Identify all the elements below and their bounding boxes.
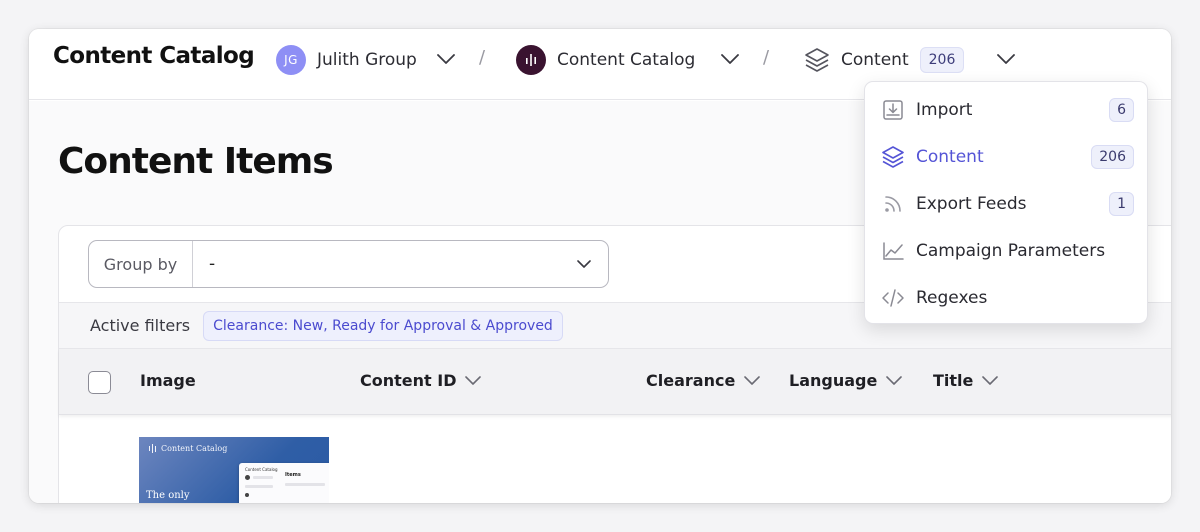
layers-icon xyxy=(881,145,905,169)
group-by-value: - xyxy=(209,254,216,274)
catalog-logo-icon xyxy=(516,45,546,75)
table-header: Image Content ID Clearance Language Titl… xyxy=(59,349,1171,415)
clearance-filter-chip[interactable]: Clearance: New, Ready for Approval & App… xyxy=(203,310,563,341)
chevron-down-icon xyxy=(560,260,608,268)
breadcrumb-separator: / xyxy=(479,47,486,68)
app-title: Content Catalog xyxy=(53,43,255,69)
column-header-content-id[interactable]: Content ID xyxy=(360,371,482,390)
menu-item-export-feeds[interactable]: Export Feeds 1 xyxy=(865,185,1149,223)
menu-item-regexes[interactable]: Regexes xyxy=(865,279,1149,317)
thumbnail-brand: Content Catalog xyxy=(149,444,227,453)
content-dropdown-menu: Import 6 Content 206 Export Feeds 1 Camp… xyxy=(864,81,1148,324)
code-icon xyxy=(881,286,905,310)
thumbnail-mini-header: Content Catalog xyxy=(245,467,278,472)
menu-item-campaign-parameters[interactable]: Campaign Parameters xyxy=(865,232,1149,270)
chart-icon xyxy=(881,239,905,263)
breadcrumb-label: Julith Group xyxy=(317,50,417,70)
menu-item-label: Campaign Parameters xyxy=(916,241,1106,261)
column-header-label: Clearance xyxy=(646,371,736,390)
column-header-language[interactable]: Language xyxy=(789,371,903,390)
menu-item-label: Export Feeds xyxy=(916,194,1027,214)
thumbnail-dot xyxy=(245,493,249,497)
thumbnail-mini-title: Items xyxy=(285,472,301,478)
thumbnail-line xyxy=(285,483,325,486)
organization-chevron-down-icon[interactable] xyxy=(435,49,457,69)
column-header-label: Content ID xyxy=(360,371,457,390)
group-by-select[interactable]: Group by - xyxy=(88,240,609,288)
rss-icon xyxy=(881,192,905,216)
thumbnail-line xyxy=(253,476,273,479)
layers-icon xyxy=(803,46,831,74)
breadcrumb-separator: / xyxy=(763,47,770,68)
page-title: Content Items xyxy=(58,141,334,182)
breadcrumb-content[interactable]: Content 206 xyxy=(803,43,965,77)
sort-chevron-icon xyxy=(744,376,761,385)
column-header-clearance[interactable]: Clearance xyxy=(646,371,761,390)
thumbnail-headline: The only xyxy=(146,490,190,501)
brand-bars-icon xyxy=(149,444,156,453)
thumbnail-dot xyxy=(245,475,250,480)
thumbnail-brand-label: Content Catalog xyxy=(161,444,228,453)
menu-item-label: Import xyxy=(916,100,973,120)
avatar: JG xyxy=(276,45,306,75)
content-chevron-down-icon[interactable] xyxy=(995,49,1017,69)
column-header-label: Language xyxy=(789,371,878,390)
column-header-label: Title xyxy=(933,371,974,390)
menu-item-count-badge: 6 xyxy=(1109,98,1134,122)
select-all-checkbox[interactable] xyxy=(88,371,111,394)
sort-chevron-icon xyxy=(465,376,482,385)
menu-item-content[interactable]: Content 206 xyxy=(865,138,1149,176)
active-filters-label: Active filters xyxy=(90,316,191,335)
menu-item-count-badge: 206 xyxy=(1091,145,1134,169)
breadcrumb-label: Content xyxy=(841,50,909,70)
content-count-badge: 206 xyxy=(919,47,965,73)
group-by-label: Group by xyxy=(89,241,193,287)
catalog-chevron-down-icon[interactable] xyxy=(719,49,741,69)
menu-item-count-badge: 1 xyxy=(1109,192,1134,216)
content-thumbnail[interactable]: Content Catalog Content Catalog Items Th… xyxy=(139,437,329,503)
import-icon xyxy=(881,98,905,122)
sort-chevron-icon xyxy=(982,376,999,385)
sort-chevron-icon xyxy=(886,376,903,385)
menu-item-label: Regexes xyxy=(916,288,988,308)
thumbnail-line xyxy=(245,485,273,488)
menu-item-import[interactable]: Import 6 xyxy=(865,91,1149,129)
column-header-label: Image xyxy=(140,371,196,390)
column-header-title[interactable]: Title xyxy=(933,371,999,390)
menu-item-label: Content xyxy=(916,147,984,167)
breadcrumb-catalog[interactable]: Content Catalog xyxy=(516,43,695,77)
column-header-image: Image xyxy=(140,371,196,390)
breadcrumb-label: Content Catalog xyxy=(557,50,696,70)
breadcrumb-organization[interactable]: JG Julith Group xyxy=(276,43,417,77)
thumbnail-preview-card: Content Catalog Items xyxy=(239,463,329,503)
